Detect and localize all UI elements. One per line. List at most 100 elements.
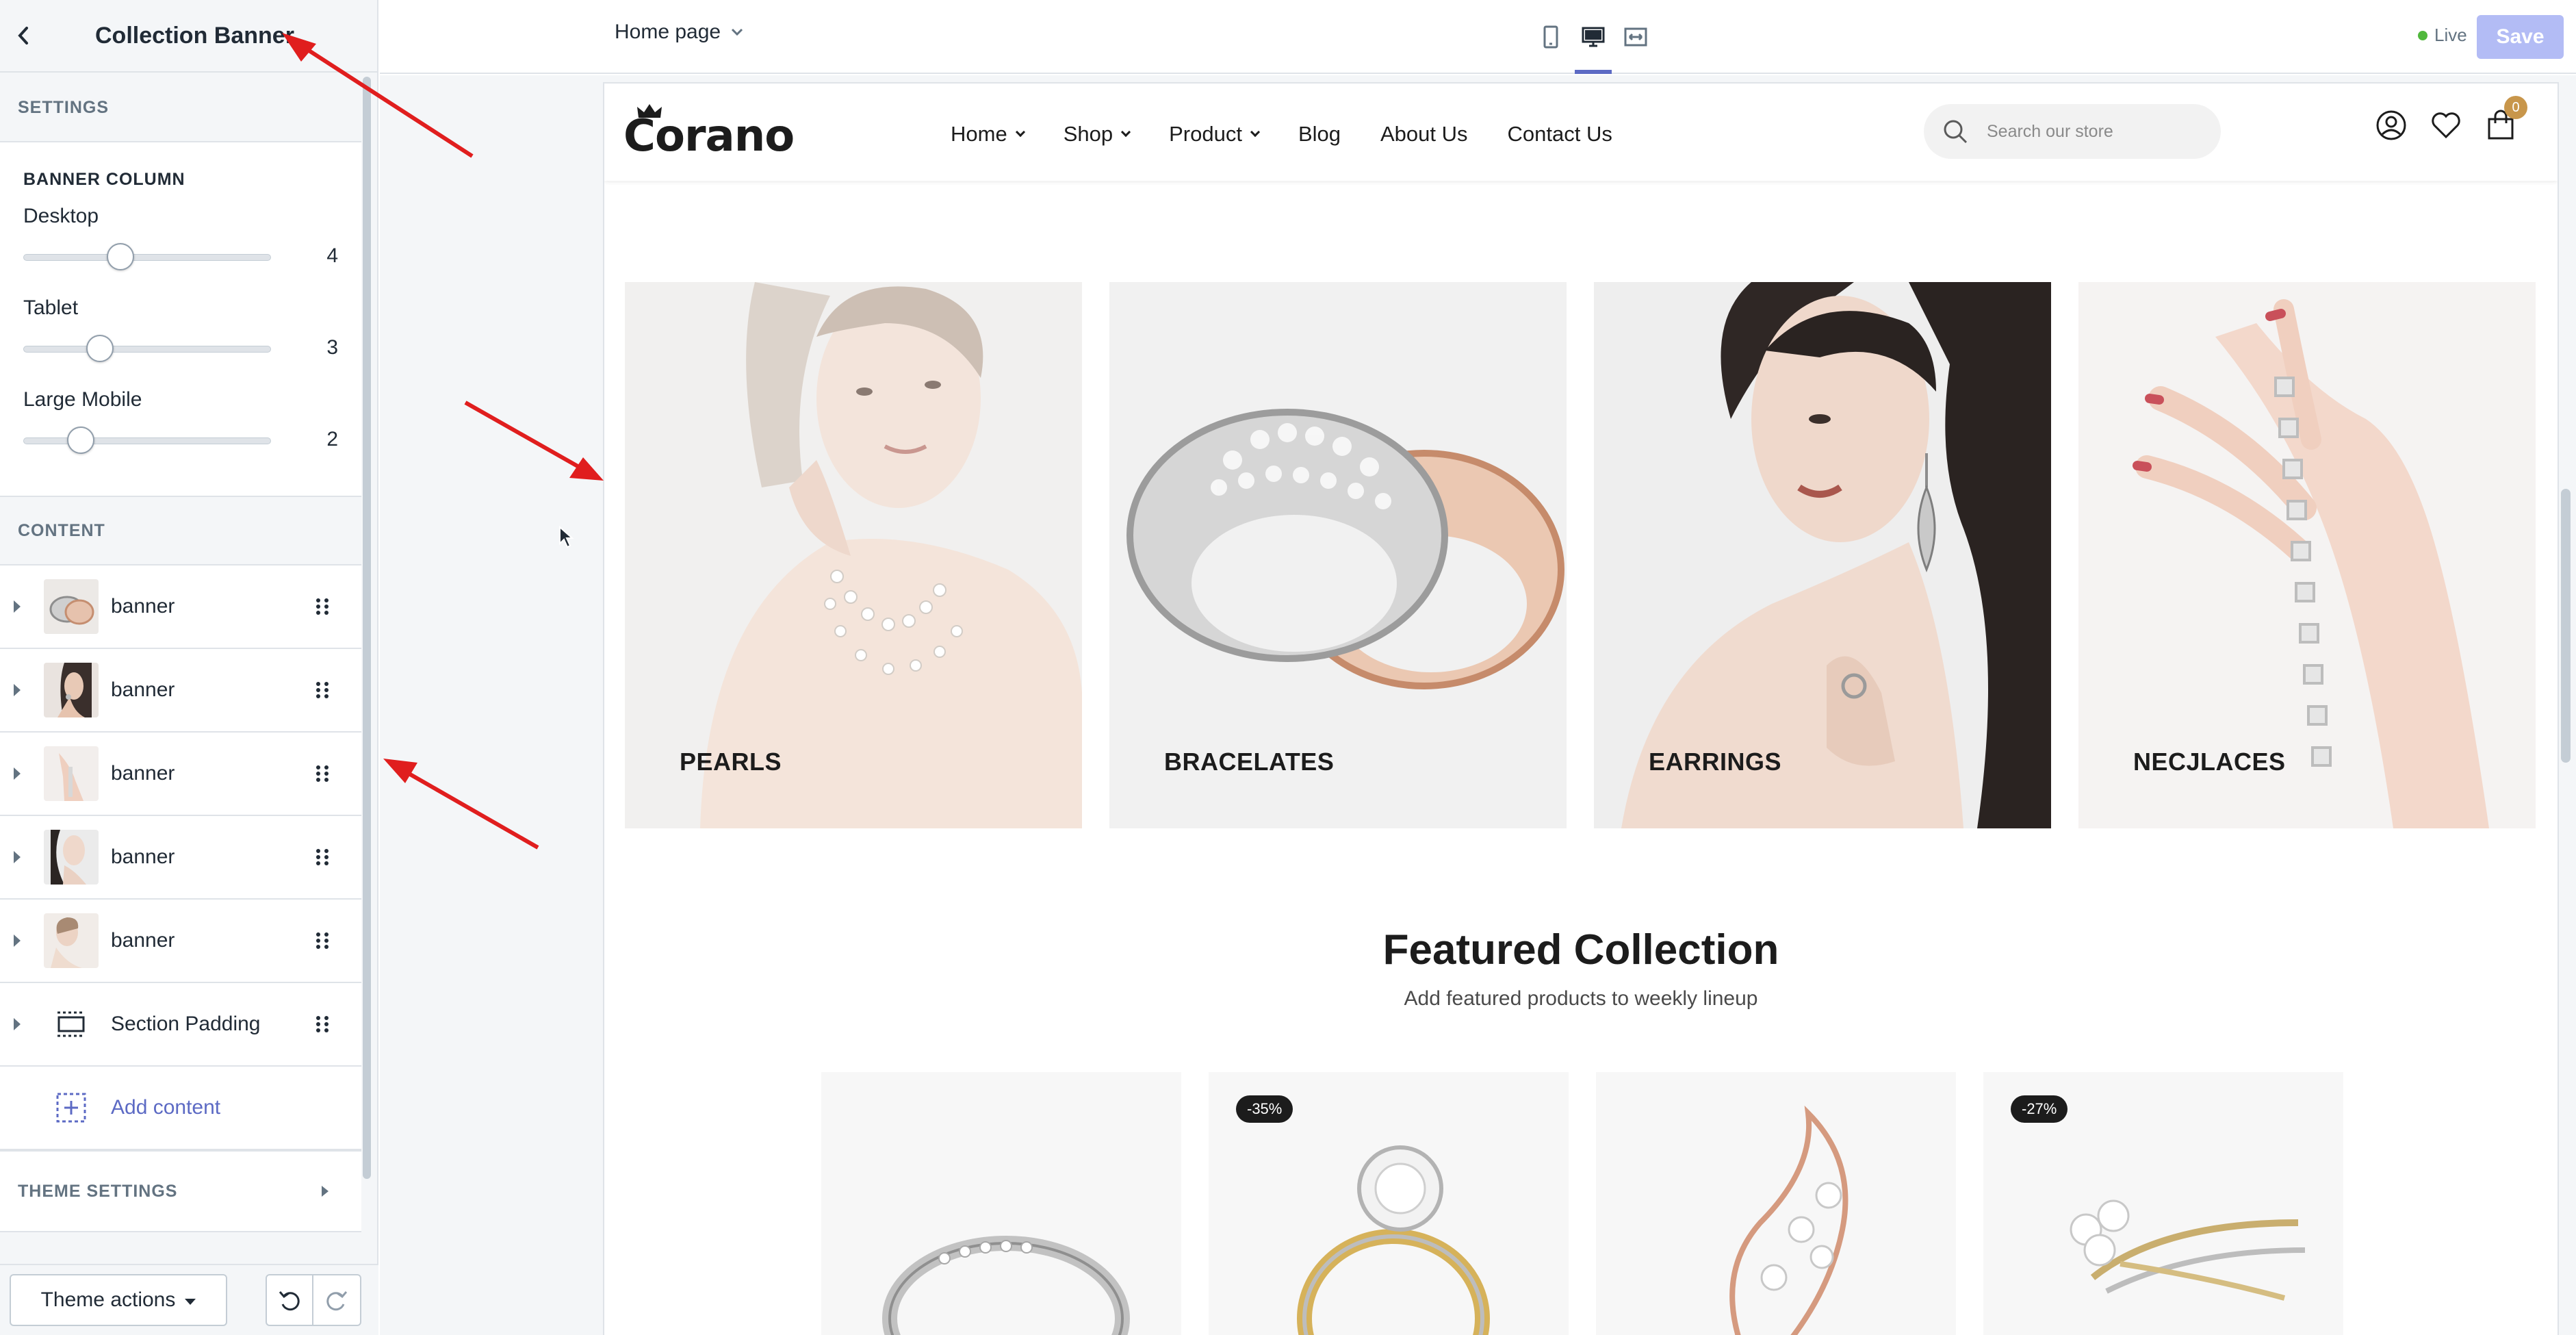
content-item-label: banner [111, 929, 175, 952]
fullscreen-view-button[interactable] [1614, 0, 1657, 74]
banner-pearls[interactable]: PEARLS [625, 282, 1082, 828]
sidebar-scroll-area: SETTINGS BANNER COLUMN Desktop 4 Tablet … [0, 74, 361, 1262]
sidebar-header: Collection Banner [0, 0, 377, 73]
banner-column-heading: BANNER COLUMN [23, 170, 185, 189]
banner-necjlaces[interactable]: NECJLACES [2078, 282, 2536, 828]
featured-collection-title: Featured Collection [1382, 926, 1779, 974]
theme-actions-button[interactable]: Theme actions [10, 1274, 227, 1326]
store-header: Corano Home Shop Product Blog About Us C… [604, 84, 2558, 181]
store-logo[interactable]: Corano [623, 111, 795, 162]
drag-handle-icon[interactable] [316, 763, 334, 784]
settings-heading: SETTINGS [18, 97, 110, 117]
banner-column-settings: BANNER COLUMN Desktop 4 Tablet 3 Large M… [0, 141, 361, 497]
back-button[interactable] [0, 0, 47, 72]
history-controls [266, 1274, 361, 1326]
expand-icon[interactable] [14, 934, 21, 947]
redo-button[interactable] [313, 1274, 361, 1326]
range-value: 2 [326, 428, 338, 450]
chevron-down-icon [1015, 127, 1025, 138]
product-card[interactable] [1596, 1072, 1956, 1335]
content-item-banner[interactable]: banner [0, 816, 361, 900]
product-card[interactable]: -27% [1983, 1072, 2343, 1335]
expand-icon[interactable] [14, 684, 21, 696]
search-placeholder: Search our store [1987, 121, 2113, 141]
expand-icon[interactable] [14, 600, 21, 613]
wishlist-button[interactable] [2430, 110, 2462, 141]
nav-label: Shop [1063, 122, 1113, 146]
range-thumb[interactable] [86, 335, 114, 362]
content-item-banner[interactable]: banner [0, 900, 361, 983]
desktop-icon [1582, 27, 1605, 47]
add-content-label: Add content [111, 1096, 221, 1119]
banner-label: PEARLS [680, 748, 782, 776]
nav-label: Home [951, 122, 1007, 146]
sale-badge: -27% [2011, 1095, 2068, 1123]
add-content-button[interactable]: Add content [0, 1067, 361, 1150]
product-card[interactable]: -35% [1209, 1072, 1569, 1335]
range-value: 4 [326, 244, 338, 267]
theme-settings-label: THEME SETTINGS [18, 1181, 178, 1201]
content-item-section-padding[interactable]: Section Padding [0, 983, 361, 1067]
nav-blog[interactable]: Blog [1298, 122, 1341, 147]
banner-label: NECJLACES [2133, 748, 2286, 776]
range-track[interactable] [23, 437, 271, 444]
drag-handle-icon[interactable] [316, 1014, 334, 1034]
drag-handle-icon[interactable] [316, 930, 334, 951]
drag-handle-icon[interactable] [316, 847, 334, 867]
save-button[interactable]: Save [2477, 15, 2564, 59]
user-icon [2376, 110, 2406, 140]
chevron-down-icon [1250, 127, 1261, 138]
banner-thumbnail [44, 913, 99, 968]
nav-label: About Us [1380, 122, 1468, 146]
drag-handle-icon[interactable] [316, 680, 334, 700]
product-card[interactable] [821, 1072, 1181, 1335]
cart-button[interactable]: 0 [2485, 96, 2527, 141]
undo-button[interactable] [266, 1274, 313, 1326]
nav-shop[interactable]: Shop [1063, 122, 1131, 147]
sidebar-scrollbar[interactable] [363, 77, 371, 1179]
collection-banners: PEARLS BRACELATES EARRINGS NECJLACES [625, 282, 2536, 828]
tablet-range: Tablet 3 [23, 281, 338, 373]
nav-home[interactable]: Home [951, 122, 1025, 147]
expand-icon[interactable] [14, 767, 21, 780]
sale-badge: -35% [1236, 1095, 1293, 1123]
range-label: Desktop [23, 205, 99, 227]
banner-thumbnail [44, 663, 99, 717]
mobile-view-button[interactable] [1530, 0, 1572, 74]
content-item-banner[interactable]: banner [0, 649, 361, 733]
drag-handle-icon[interactable] [316, 596, 334, 617]
banner-earrings[interactable]: EARRINGS [1594, 282, 2051, 828]
range-thumb[interactable] [107, 243, 134, 270]
editor-topbar: Home page Live Save [380, 0, 2576, 74]
banner-bracelates[interactable]: BRACELATES [1109, 282, 1567, 828]
content-item-banner[interactable]: banner [0, 565, 361, 649]
page-selector[interactable]: Home page [615, 21, 744, 44]
account-button[interactable] [2375, 110, 2407, 141]
expand-icon[interactable] [14, 851, 21, 863]
section-padding-icon [44, 997, 99, 1052]
live-dot-icon [2418, 30, 2427, 40]
desktop-view-button[interactable] [1572, 0, 1614, 74]
content-item-label: Section Padding [111, 1013, 261, 1035]
content-heading: CONTENT [18, 520, 105, 540]
caret-right-icon [322, 1186, 329, 1197]
theme-settings-toggle[interactable]: THEME SETTINGS [0, 1150, 361, 1232]
expand-width-icon [1624, 27, 1647, 47]
expand-icon[interactable] [14, 1018, 21, 1030]
content-item-label: banner [111, 846, 175, 868]
preview-scrollbar[interactable] [2561, 489, 2571, 763]
content-item-banner[interactable]: banner [0, 733, 361, 816]
store-search-input[interactable]: Search our store [1924, 104, 2221, 159]
range-track[interactable] [23, 346, 271, 353]
banner-thumbnail [44, 830, 99, 885]
bracelates-banner-image [1109, 282, 1567, 828]
nav-contact-us[interactable]: Contact Us [1508, 122, 1612, 147]
range-thumb[interactable] [67, 427, 94, 454]
theme-editor-sidebar: Collection Banner SETTINGS BANNER COLUMN… [0, 0, 378, 1335]
earrings-banner-image [1594, 282, 2051, 828]
theme-actions-label: Theme actions [40, 1288, 176, 1311]
nav-about-us[interactable]: About Us [1380, 122, 1468, 147]
ring-product-image [882, 1236, 1130, 1335]
nav-product[interactable]: Product [1169, 122, 1261, 147]
range-track[interactable] [23, 254, 271, 261]
